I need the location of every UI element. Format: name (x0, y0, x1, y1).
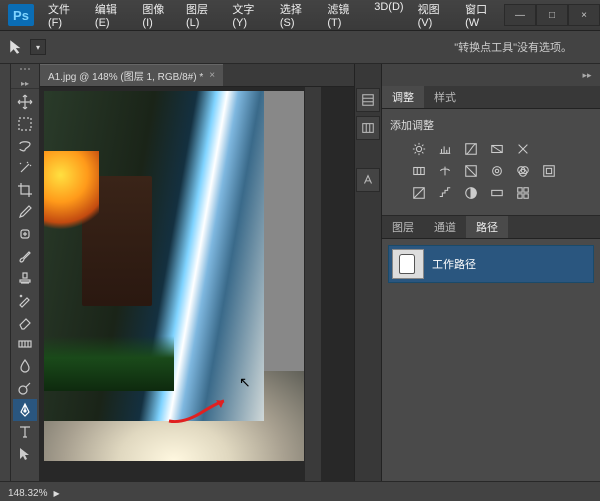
crop-tool[interactable] (13, 179, 37, 201)
toolbar-collapse[interactable]: ▸▸ (11, 78, 39, 89)
close-button[interactable]: × (568, 4, 600, 26)
panel-collapse-icon[interactable]: ▸▸ (578, 70, 596, 81)
hue-icon[interactable] (410, 163, 428, 179)
gradient-tool[interactable] (13, 333, 37, 355)
menu-layer[interactable]: 图层(L) (180, 0, 224, 33)
panel-header: ▸▸ (382, 64, 600, 86)
invert-icon[interactable] (410, 185, 428, 201)
path-thumbnail (392, 249, 424, 279)
toolbar-grip[interactable] (11, 68, 39, 76)
menu-window[interactable]: 窗口(W (459, 0, 504, 33)
brightness-icon[interactable] (410, 141, 428, 157)
menu-filter[interactable]: 滤镜(T) (321, 0, 366, 33)
path-select-tool[interactable] (13, 443, 37, 465)
title-bar: Ps 文件(F) 编辑(E) 图像(I) 图层(L) 文字(Y) 选择(S) 滤… (0, 0, 600, 31)
eyedropper-tool[interactable] (13, 201, 37, 223)
exposure-icon[interactable] (488, 141, 506, 157)
menu-view[interactable]: 视图(V) (412, 0, 457, 33)
selective-color-icon[interactable] (514, 185, 532, 201)
cursor-icon: ↖ (239, 374, 251, 391)
minimize-button[interactable]: — (504, 4, 536, 26)
menu-edit[interactable]: 编辑(E) (89, 0, 134, 33)
channel-mixer-icon[interactable] (514, 163, 532, 179)
canvas-viewport[interactable]: ↖ (40, 87, 354, 481)
menu-file[interactable]: 文件(F) (42, 0, 87, 33)
tab-close-icon[interactable]: × (209, 70, 215, 81)
tab-paths[interactable]: 路径 (466, 216, 508, 238)
document-tab[interactable]: A1.jpg @ 148% (图层 1, RGB/8#) * × (40, 64, 223, 86)
maximize-button[interactable]: □ (536, 4, 568, 26)
layers-tabs: 图层 通道 路径 (382, 216, 600, 239)
threshold-icon[interactable] (462, 185, 480, 201)
document-tabs: A1.jpg @ 148% (图层 1, RGB/8#) * × (40, 64, 354, 87)
status-menu-icon[interactable]: ▶ (53, 489, 59, 498)
brush-tool[interactable] (13, 245, 37, 267)
type-tool[interactable] (13, 421, 37, 443)
character-panel-icon[interactable] (356, 168, 380, 192)
options-message: "转换点工具"没有选项。 (454, 39, 572, 55)
tab-adjustments[interactable]: 调整 (382, 86, 424, 108)
blur-tool[interactable] (13, 355, 37, 377)
stamp-tool[interactable] (13, 267, 37, 289)
tool-preset-dropdown[interactable]: ▾ (30, 39, 46, 55)
history-brush-tool[interactable] (13, 289, 37, 311)
adjustments-title: 添加调整 (390, 117, 592, 133)
paths-panel: 工作路径 (382, 239, 600, 481)
tab-channels[interactable]: 通道 (424, 216, 466, 238)
menu-type[interactable]: 文字(Y) (226, 0, 271, 33)
zoom-level[interactable]: 148.32% (8, 488, 47, 499)
vertical-scrollbar[interactable] (304, 87, 321, 481)
move-tool[interactable] (13, 91, 37, 113)
color-balance-icon[interactable] (436, 163, 454, 179)
menu-select[interactable]: 选择(S) (274, 0, 319, 33)
vibrance-icon[interactable] (514, 141, 532, 157)
marquee-tool[interactable] (13, 113, 37, 135)
levels-icon[interactable] (436, 141, 454, 157)
toolbar: ▸▸ (11, 64, 40, 481)
dodge-tool[interactable] (13, 377, 37, 399)
menu-3d[interactable]: 3D(D) (368, 0, 409, 33)
healing-tool[interactable] (13, 223, 37, 245)
history-panel-icon[interactable] (356, 88, 380, 112)
options-bar: ▾ "转换点工具"没有选项。 (0, 31, 600, 64)
eraser-tool[interactable] (13, 311, 37, 333)
image-grass (44, 336, 174, 391)
curves-icon[interactable] (462, 141, 480, 157)
image-flower (44, 151, 99, 231)
path-name: 工作路径 (432, 256, 476, 272)
posterize-icon[interactable] (436, 185, 454, 201)
magic-wand-tool[interactable] (13, 157, 37, 179)
lookup-icon[interactable] (540, 163, 558, 179)
menu-bar: 文件(F) 编辑(E) 图像(I) 图层(L) 文字(Y) 选择(S) 滤镜(T… (42, 0, 504, 33)
photo-filter-icon[interactable] (488, 163, 506, 179)
tab-styles[interactable]: 样式 (424, 86, 466, 108)
lasso-tool[interactable] (13, 135, 37, 157)
pen-tool[interactable] (13, 399, 37, 421)
window-controls: — □ × (504, 4, 600, 26)
document-area: A1.jpg @ 148% (图层 1, RGB/8#) * × ↖ (40, 64, 354, 481)
adjustments-tabs: 调整 样式 (382, 86, 600, 109)
tab-layers[interactable]: 图层 (382, 216, 424, 238)
color-panel-icon[interactable] (356, 116, 380, 140)
app-logo: Ps (8, 4, 34, 26)
gradient-map-icon[interactable] (488, 185, 506, 201)
adjustments-panel: 添加调整 (382, 109, 600, 216)
annotation-arrow (164, 396, 234, 426)
document-tab-label: A1.jpg @ 148% (图层 1, RGB/8#) * (48, 68, 203, 83)
path-item[interactable]: 工作路径 (388, 245, 594, 283)
canvas[interactable]: ↖ (44, 91, 304, 461)
status-bar: 148.32% ▶ (0, 481, 600, 501)
menu-image[interactable]: 图像(I) (136, 0, 178, 33)
bw-icon[interactable] (462, 163, 480, 179)
left-gutter (0, 64, 11, 481)
collapsed-panel-dock (354, 64, 382, 481)
panel-group: ▸▸ 调整 样式 添加调整 (382, 64, 600, 481)
convert-point-tool-icon[interactable] (8, 38, 26, 56)
